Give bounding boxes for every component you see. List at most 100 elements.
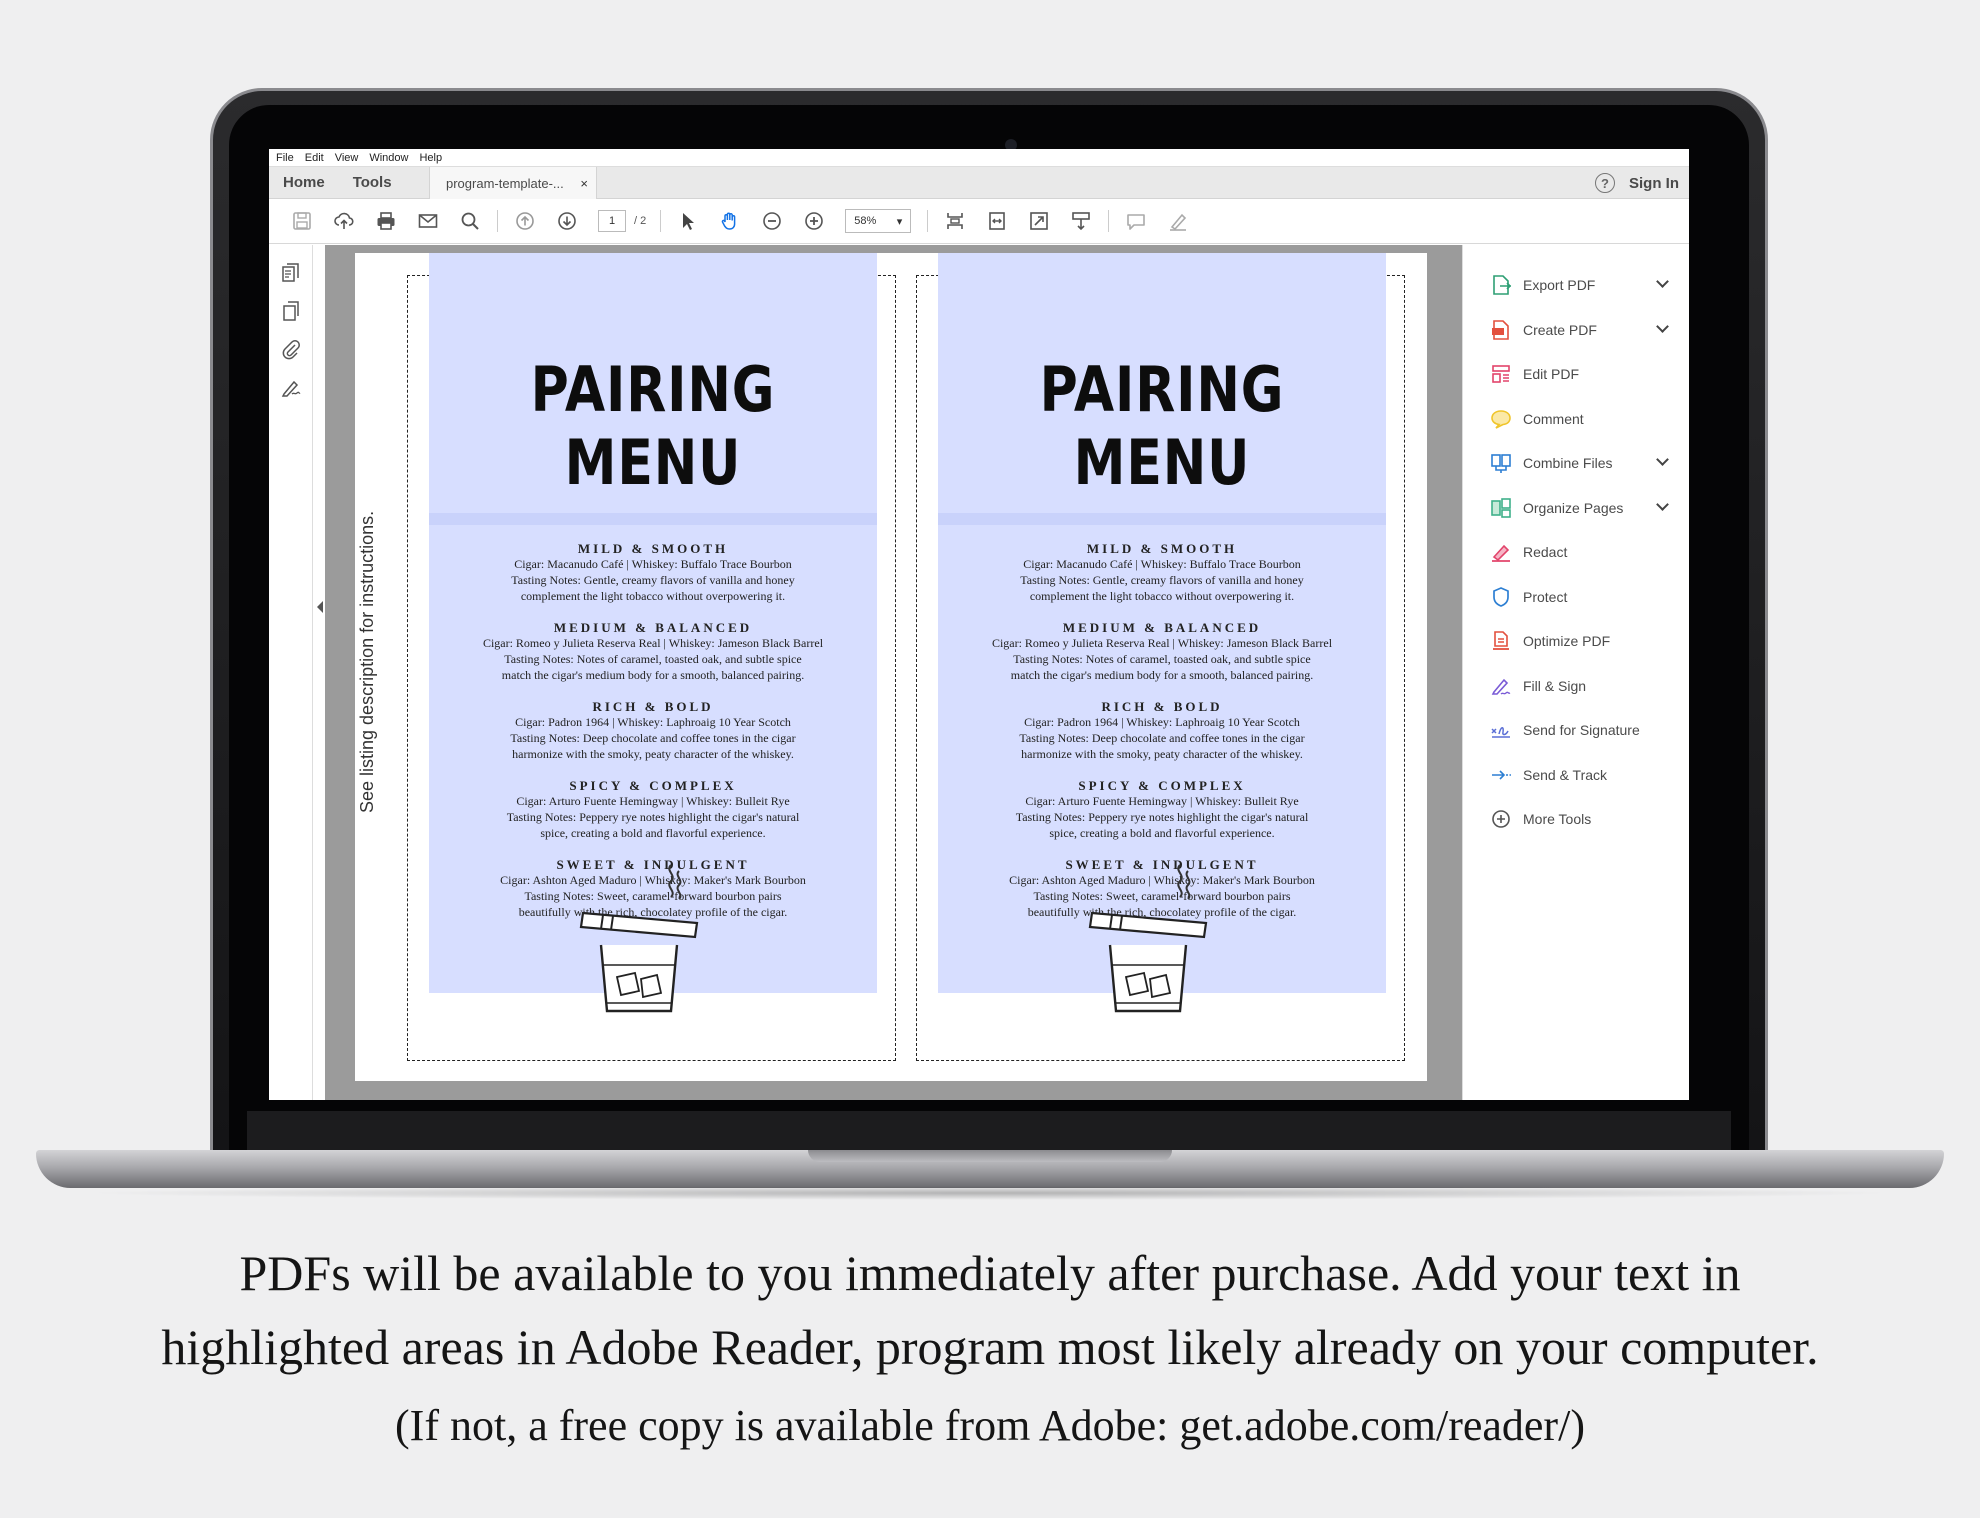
section-line: Cigar: Padron 1964 | Whiskey: Laphroaig … (1024, 715, 1300, 729)
search-icon[interactable] (449, 199, 491, 244)
tool-edit-pdf[interactable]: Edit PDF (1463, 352, 1689, 397)
toolbar-divider (1108, 210, 1110, 232)
edit-pdf-icon (1489, 362, 1513, 386)
section-heading: MILD & SMOOTH (577, 541, 729, 556)
toolbar-divider (497, 210, 498, 232)
tool-label: Send & Track (1523, 766, 1608, 783)
tool-label: Combine Files (1523, 455, 1613, 472)
menu-section: SPICY & COMPLEX Cigar: Arturo Fuente Hemi… (938, 778, 1386, 841)
tool-protect[interactable]: Protect (1463, 575, 1689, 620)
optimize-pdf-icon (1489, 629, 1513, 653)
navigation-rail (269, 245, 313, 1100)
section-heading: SPICY & COMPLEX (1078, 778, 1246, 793)
section-line: Cigar: Arturo Fuente Hemingway | Whiskey… (516, 794, 790, 808)
tool-label: Comment (1523, 410, 1584, 427)
tool-label: Protect (1523, 588, 1568, 605)
full-screen-icon[interactable] (1018, 199, 1060, 244)
tool-comment[interactable]: Comment (1463, 397, 1689, 442)
hand-tool-icon[interactable] (709, 199, 751, 244)
tool-more-tools[interactable]: More Tools (1463, 797, 1689, 842)
menu-help[interactable]: Help (419, 152, 442, 164)
email-icon[interactable] (407, 199, 449, 244)
document-viewport[interactable]: See listing description for instructions… (325, 245, 1462, 1100)
print-icon[interactable] (365, 199, 407, 244)
section-line: match the cigar's medium body for a smoo… (1010, 668, 1314, 682)
instruction-note: See listing description for instructions… (357, 510, 377, 813)
chevron-down-icon[interactable] (1656, 497, 1669, 511)
menu-panel[interactable]: PAIRING MENU MILD & SMOOTH Cigar: Macanud… (429, 253, 877, 1013)
cigar-whiskey-illustration (1088, 864, 1208, 1013)
signature-pen-icon[interactable] (269, 369, 313, 405)
tool-combine-files[interactable]: Combine Files (1463, 441, 1689, 486)
chevron-down-icon[interactable] (1656, 453, 1669, 466)
section-line: Tasting Notes: Notes of caramel, toasted… (504, 652, 802, 666)
tool-export-pdf[interactable]: Export PDF (1463, 263, 1689, 308)
toolbar: 1 / 2 58% ▾ (269, 199, 1689, 244)
fit-page-icon[interactable] (934, 199, 976, 244)
section-line: spice, creating a bold and flavorful exp… (540, 826, 766, 840)
comment-icon[interactable] (1115, 199, 1157, 244)
next-page-icon[interactable] (546, 199, 588, 244)
menu-title: PAIRING MENU (1039, 353, 1285, 499)
tool-send-for-signature[interactable]: Send for Signature (1463, 708, 1689, 753)
tool-redact[interactable]: Redact (1463, 530, 1689, 575)
cloud-upload-icon[interactable] (323, 199, 365, 244)
menu-edit[interactable]: Edit (305, 152, 324, 164)
copy-pages-icon[interactable] (269, 293, 313, 329)
tool-label: Redact (1523, 544, 1568, 561)
collapse-handle-icon[interactable] (317, 601, 323, 613)
fit-width-icon[interactable] (976, 199, 1018, 244)
section-line: Tasting Notes: Gentle, creamy flavors of… (1020, 573, 1304, 587)
tab-home[interactable]: Home (269, 174, 339, 191)
tool-organize-pages[interactable]: Organize Pages (1463, 486, 1689, 531)
menu-view[interactable]: View (335, 152, 359, 164)
select-cursor-icon[interactable] (667, 199, 709, 244)
chevron-down-icon[interactable] (1656, 319, 1669, 333)
create-pdf-icon (1489, 318, 1513, 342)
menu-file[interactable]: File (276, 152, 294, 164)
section-heading: MILD & SMOOTH (1086, 541, 1238, 556)
title-strip (429, 513, 877, 525)
highlight-pen-icon[interactable] (1157, 199, 1199, 244)
menu-section: RICH & BOLD Cigar: Padron 1964 | Whiskey:… (938, 699, 1386, 762)
tool-send-track[interactable]: Send & Track (1463, 753, 1689, 798)
close-icon[interactable]: × (580, 176, 588, 191)
tool-fill-sign[interactable]: Fill & Sign (1463, 664, 1689, 709)
save-icon[interactable] (281, 199, 323, 244)
chevron-down-icon[interactable] (1656, 275, 1669, 288)
zoom-in-icon[interactable] (793, 199, 835, 244)
menu-window[interactable]: Window (369, 152, 408, 164)
section-line: Cigar: Padron 1964 | Whiskey: Laphroaig … (515, 715, 791, 729)
section-line: harmonize with the smoky, peaty characte… (1021, 747, 1303, 761)
document-tab-label: program-template-... (446, 175, 564, 191)
scroll-mode-icon[interactable] (1060, 199, 1102, 244)
zoom-select[interactable]: 58% ▾ (845, 209, 912, 233)
zoom-value: 58% (854, 215, 877, 227)
tool-optimize-pdf[interactable]: Optimize PDF (1463, 619, 1689, 664)
work-area: See listing description for instructions… (269, 245, 1689, 1100)
laptop-notch (808, 1150, 1172, 1162)
tool-label: Fill & Sign (1523, 677, 1587, 694)
combine-files-icon (1489, 451, 1513, 475)
page-thumbnails-icon[interactable] (269, 255, 313, 291)
redact-icon (1489, 540, 1513, 564)
section-heading: MEDIUM & BALANCED (553, 620, 753, 635)
menu-section: RICH & BOLD Cigar: Padron 1964 | Whiskey:… (429, 699, 877, 762)
send-for-signature-icon (1489, 718, 1513, 742)
previous-page-icon[interactable] (504, 199, 546, 244)
section-line: Cigar: Romeo y Julieta Reserva Real | Wh… (482, 636, 824, 650)
title-strip (938, 513, 1386, 525)
zoom-out-icon[interactable] (751, 199, 793, 244)
tab-tools[interactable]: Tools (339, 174, 406, 191)
page-number-input[interactable]: 1 (598, 210, 626, 232)
toolbar-divider (660, 210, 662, 232)
chevron-down-icon: ▾ (896, 215, 903, 228)
sign-in-button[interactable]: Sign In (1629, 175, 1679, 192)
comment-icon (1489, 407, 1513, 431)
tab-document[interactable]: program-template-... × (429, 167, 597, 199)
attachment-icon[interactable] (269, 331, 313, 367)
menu-panel[interactable]: PAIRING MENU MILD & SMOOTH Cigar: Macanud… (938, 253, 1386, 1013)
help-icon[interactable]: ? (1595, 173, 1615, 193)
tool-create-pdf[interactable]: Create PDF (1463, 308, 1689, 353)
bottom-bezel (247, 1111, 1731, 1153)
